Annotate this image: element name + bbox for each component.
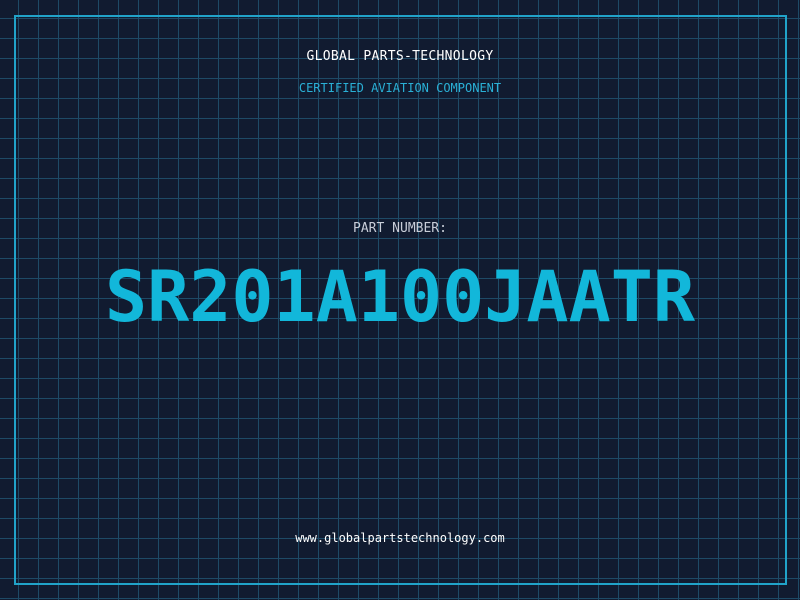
website-url: www.globalpartstechnology.com — [295, 531, 505, 545]
part-number-label: PART NUMBER: — [353, 221, 447, 236]
company-name: GLOBAL PARTS-TECHNOLOGY — [306, 49, 494, 64]
tagline: CERTIFIED AVIATION COMPONENT — [298, 81, 502, 95]
part-number-value: SR201A100JAATR — [104, 256, 695, 338]
